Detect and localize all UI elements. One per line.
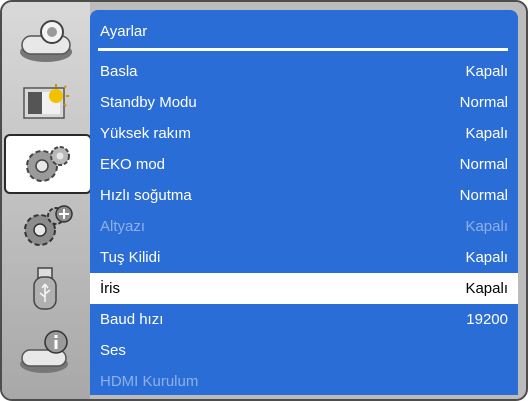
menu-row-value: Kapalı <box>465 125 508 142</box>
menu-row-value: Kapalı <box>465 63 508 80</box>
menu-row-value: Normal <box>459 156 508 173</box>
menu-row[interactable]: Tuş Kilidi Kapalı <box>90 242 518 273</box>
menu-row-label: Altyazı <box>100 218 146 235</box>
menu-row-label: Standby Modu <box>100 94 197 111</box>
image-adjust-icon <box>23 84 69 119</box>
menu-row: Altyazı Kapalı <box>90 211 518 242</box>
menu-row-label: Baud hızı <box>100 311 164 328</box>
menu-row-label: Basla <box>100 63 138 80</box>
menu-row[interactable]: İris Kapalı <box>90 273 518 304</box>
menu-row-label: Tuş Kilidi <box>100 249 161 266</box>
title-divider <box>98 48 508 51</box>
sidebar-item-usb[interactable] <box>8 260 84 316</box>
sidebar-item-projector[interactable] <box>8 14 84 70</box>
sidebar-item-advanced[interactable] <box>8 198 84 254</box>
sidebar-item-image[interactable] <box>8 74 84 130</box>
menu-row[interactable]: Yüksek rakım Kapalı <box>90 118 518 149</box>
menu-row[interactable]: Hızlı soğutma Normal <box>90 180 518 211</box>
settings-gears-icon <box>26 146 70 182</box>
menu-row-label: İris <box>100 280 120 297</box>
menu-row-label: Ses <box>100 342 126 359</box>
menu-row[interactable]: Basla Kapalı <box>90 56 518 87</box>
settings-panel: Ayarlar Basla Kapalı Standby Modu Normal Yük… <box>90 10 518 395</box>
menu-row-label: Yüksek rakım <box>100 125 191 142</box>
menu-row[interactable]: Standby Modu Normal <box>90 87 518 118</box>
advanced-settings-icon <box>24 205 73 246</box>
menu-row[interactable]: EKO mod Normal <box>90 149 518 180</box>
info-icon <box>20 330 68 373</box>
osd-frame: Ayarlar Basla Kapalı Standby Modu Normal Yük… <box>0 0 528 401</box>
menu-row-value: Kapalı <box>465 218 508 235</box>
sidebar-item-info[interactable] <box>8 324 84 380</box>
panel-title: Ayarlar <box>100 23 148 40</box>
usb-icon <box>33 267 57 310</box>
menu-row: HDMI Kurulum <box>90 366 518 395</box>
menu-row-value: Normal <box>459 94 508 111</box>
menu-row-label: Hızlı soğutma <box>100 187 192 204</box>
sidebar <box>2 2 92 399</box>
sidebar-item-settings[interactable] <box>4 134 92 194</box>
settings-menu: Basla Kapalı Standby Modu Normal Yüksek rakı… <box>90 56 518 395</box>
menu-row-label: EKO mod <box>100 156 166 173</box>
menu-row-value: 19200 <box>466 311 508 328</box>
menu-row-value: Normal <box>459 187 508 204</box>
menu-row[interactable]: Baud hızı 19200 <box>90 304 518 335</box>
menu-row-value: Kapalı <box>465 249 508 266</box>
menu-row-value: Kapalı <box>465 280 508 297</box>
projector-icon <box>20 20 72 62</box>
menu-row-label: HDMI Kurulum <box>100 373 199 390</box>
menu-row[interactable]: Ses <box>90 335 518 366</box>
